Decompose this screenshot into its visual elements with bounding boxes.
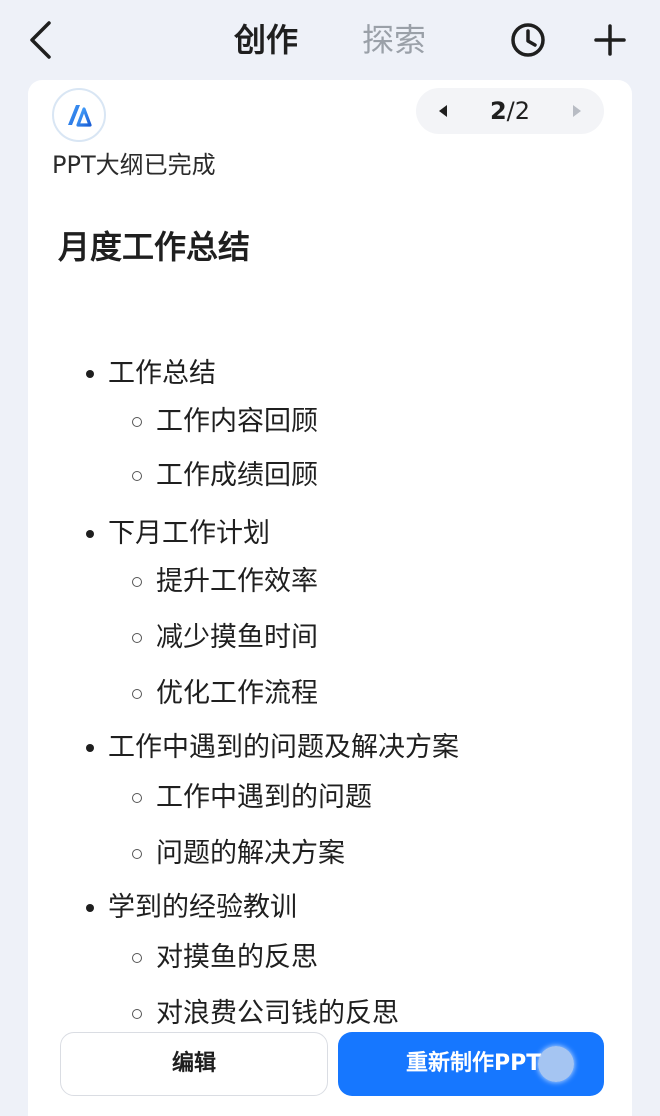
sub-bullet-icon: [132, 417, 142, 427]
sub-bullet-icon: [132, 1009, 142, 1019]
sub-bullet-icon: [132, 689, 142, 699]
page-switcher: 2/2: [416, 88, 604, 134]
outline-text: 问题的解决方案: [156, 838, 345, 869]
plus-icon[interactable]: [590, 20, 630, 60]
outline-text: 工作中遇到的问题: [156, 782, 372, 813]
touch-indicator: [538, 1046, 574, 1082]
bullet-icon: [86, 904, 94, 912]
outline-title: 月度工作总结: [58, 228, 251, 266]
sub-bullet-icon: [132, 953, 142, 963]
outline-section: 下月工作计划: [86, 516, 270, 552]
page-total: /2: [506, 97, 531, 125]
back-icon[interactable]: [22, 18, 58, 62]
outline-text: 提升工作效率: [156, 566, 318, 597]
outline-text: 学到的经验教训: [108, 892, 297, 923]
sub-bullet-icon: [132, 471, 142, 481]
tab-create[interactable]: 创作: [234, 18, 298, 62]
outline-text: 对摸鱼的反思: [156, 942, 318, 973]
outline-text: 下月工作计划: [108, 518, 270, 549]
outline-subitem: 问题的解决方案: [132, 836, 345, 872]
top-bar: 创作 探索: [0, 0, 660, 80]
outline-section: 工作总结: [86, 356, 216, 392]
remake-ppt-button[interactable]: 重新制作PPT: [338, 1032, 604, 1096]
edit-button[interactable]: 编辑: [60, 1032, 328, 1096]
outline-text: 减少摸鱼时间: [156, 622, 318, 653]
outline-subitem: 减少摸鱼时间: [132, 620, 318, 656]
outline-section: 工作中遇到的问题及解决方案: [86, 730, 459, 766]
outline-section: 学到的经验教训: [86, 890, 297, 926]
sub-bullet-icon: [132, 633, 142, 643]
sub-bullet-icon: [132, 849, 142, 859]
outline-subitem: 提升工作效率: [132, 564, 318, 600]
outline-text: 工作中遇到的问题及解决方案: [108, 732, 459, 763]
outline-subitem: 工作中遇到的问题: [132, 780, 372, 816]
bullet-icon: [86, 744, 94, 752]
tab-explore[interactable]: 探索: [362, 18, 426, 62]
outline-subitem: 工作内容回顾: [132, 404, 318, 440]
bullet-icon: [86, 370, 94, 378]
message-card: 2/2 PPT大纲已完成 月度工作总结 工作总结工作内容回顾 工作成绩回顾下月工作…: [28, 80, 632, 1116]
next-page-icon[interactable]: [566, 101, 586, 121]
outline-subitem: 对浪费公司钱的反思: [132, 996, 399, 1032]
page-current: 2: [489, 97, 507, 125]
outline-text: 优化工作流程: [156, 678, 318, 709]
status-text: PPT大纲已完成: [52, 151, 216, 179]
ai-logo-icon: [52, 88, 106, 142]
bullet-icon: [86, 530, 94, 538]
outline-subitem: 对摸鱼的反思: [132, 940, 318, 976]
outline-text: 工作成绩回顾: [156, 460, 318, 491]
outline-subitem: 优化工作流程: [132, 676, 318, 712]
outline-text: 工作总结: [108, 358, 216, 389]
sub-bullet-icon: [132, 793, 142, 803]
outline-subitem: 工作成绩回顾: [132, 458, 318, 494]
outline-text: 工作内容回顾: [156, 406, 318, 437]
remake-ppt-label: 重新制作PPT: [406, 1051, 542, 1076]
sub-bullet-icon: [132, 577, 142, 587]
outline-text: 对浪费公司钱的反思: [156, 998, 399, 1029]
history-icon[interactable]: [508, 20, 548, 60]
